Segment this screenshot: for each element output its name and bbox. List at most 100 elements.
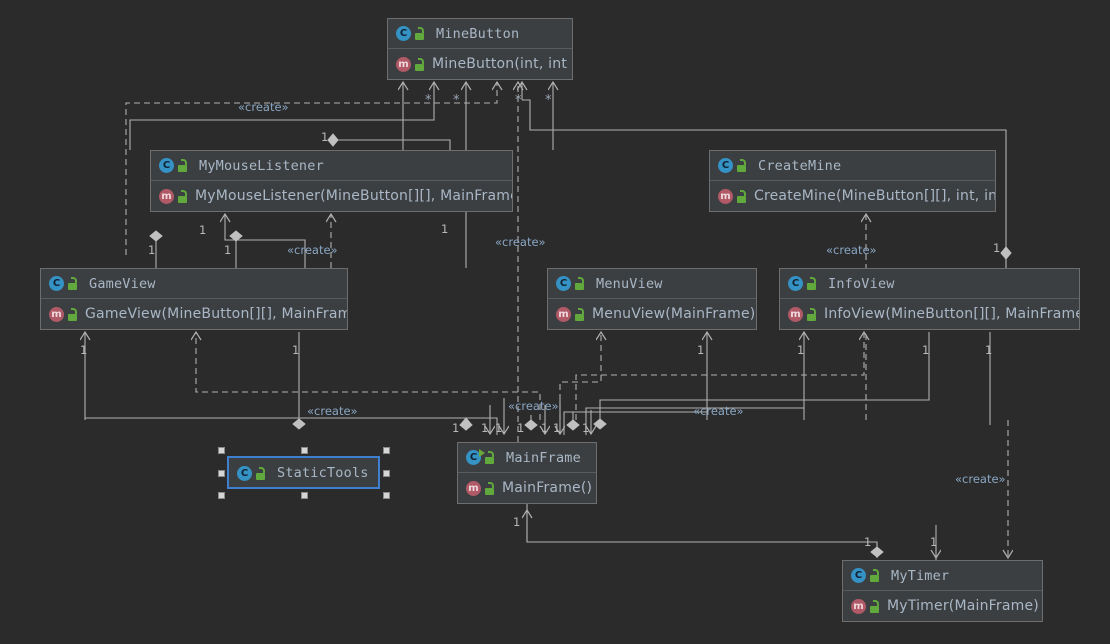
selection-handle[interactable] (300, 447, 308, 454)
class-header-menuview[interactable]: C MenuView (548, 269, 756, 299)
class-member-row[interactable]: m MainFrame() (458, 473, 596, 503)
unlocked-icon (67, 277, 79, 290)
uml-class-mainframe[interactable]: C MainFrame m MainFrame() (457, 442, 597, 504)
method-icon: m (466, 480, 481, 496)
uml-class-mytimer[interactable]: C MyTimer m MyTimer(MainFrame) (842, 560, 1043, 622)
method-signature-label: MyTimer(MainFrame) (887, 598, 1039, 614)
method-icon: m (718, 188, 733, 204)
method-signature-label: MenuView(MainFrame) (592, 306, 756, 322)
class-member-row[interactable]: m MineButton(int, int (388, 49, 572, 79)
method-signature-label: InfoView(MineButton[][], MainFrame (824, 306, 1079, 322)
class-header-mytimer[interactable]: C MyTimer (843, 561, 1042, 591)
unlocked-icon (869, 599, 881, 613)
multiplicity-label: 1 (441, 222, 449, 236)
class-name-label: CreateMine (758, 157, 842, 174)
multiplicity-label: 1 (321, 130, 329, 144)
unlocked-icon (806, 277, 818, 290)
multiplicity-label: 1 (985, 343, 993, 357)
class-member-row[interactable]: m GameView(MineButton[][], MainFrame (41, 299, 347, 329)
unlocked-icon (177, 159, 189, 172)
create-stereotype-label: «create» (693, 404, 744, 418)
selection-handle[interactable] (218, 447, 225, 454)
class-member-row[interactable]: m MenuView(MainFrame) (548, 299, 756, 329)
create-stereotype-label: «create» (238, 100, 289, 114)
class-name-label: MainFrame (506, 449, 581, 466)
uml-class-statictools[interactable]: C StaticTools (227, 456, 380, 489)
unlocked-icon (736, 189, 748, 203)
method-icon: m (851, 598, 866, 614)
class-icon: C (396, 26, 411, 41)
class-name-label: MyTimer (891, 567, 950, 584)
class-name-label: StaticTools (277, 465, 369, 481)
class-icon: C (237, 465, 252, 481)
uml-class-infoview[interactable]: C InfoView m InfoView(MineButton[][], MainF… (779, 268, 1080, 330)
class-member-row[interactable]: m CreateMine(MineButton[][], int, int) (710, 181, 995, 211)
multiplicity-label: 1 (541, 421, 549, 435)
multiplicity-label: 1 (797, 343, 805, 357)
class-header-gameview[interactable]: C GameView (41, 269, 347, 299)
class-icon: C (556, 276, 571, 291)
selection-handle[interactable] (383, 469, 390, 477)
multiplicity-label: 1 (452, 421, 460, 435)
method-signature-label: MainFrame() (502, 480, 593, 496)
uml-class-gameview[interactable]: C GameView m GameView(MineButton[][], MainF… (40, 268, 348, 330)
class-header-mainframe[interactable]: C MainFrame (458, 443, 596, 473)
method-icon: m (159, 188, 174, 204)
multiplicity-label: 1 (864, 535, 872, 549)
multiplicity-label: 1 (922, 343, 930, 357)
class-icon: C (718, 158, 733, 173)
class-icon: C (159, 158, 174, 173)
class-header-createmine[interactable]: C CreateMine (710, 151, 995, 181)
multiplicity-star-label: * (425, 93, 432, 108)
selection-handle[interactable] (218, 492, 225, 499)
class-header-infoview[interactable]: C InfoView (780, 269, 1079, 299)
create-stereotype-label: «create» (495, 235, 546, 249)
create-stereotype-label: «create» (287, 243, 338, 257)
create-stereotype-label: «create» (508, 399, 559, 413)
class-member-row[interactable]: m InfoView(MineButton[][], MainFrame (780, 299, 1079, 329)
uml-class-minebutton[interactable]: C MineButton m MineButton(int, int (387, 18, 573, 80)
class-extends-icon: C (466, 449, 485, 465)
class-icon: C (49, 276, 64, 291)
unlocked-icon (574, 277, 586, 290)
class-name-label: MyMouseListener (199, 157, 324, 174)
class-name-label: MineButton (436, 25, 520, 42)
uml-diagram-canvas[interactable]: C MineButton m MineButton(int, int C MyMouseL… (0, 0, 1110, 644)
multiplicity-label: 1 (224, 243, 232, 257)
class-member-row[interactable]: m MyMouseListener(MineButton[][], MainFra… (151, 181, 512, 211)
multiplicity-label: 1 (697, 343, 705, 357)
unlocked-icon (67, 307, 79, 321)
unlocked-icon (869, 569, 881, 582)
multiplicity-label: 1 (292, 343, 300, 357)
method-signature-label: GameView(MineButton[][], MainFrame (85, 306, 347, 322)
multiplicity-label: 1 (993, 241, 1001, 255)
multiplicity-label: 1 (513, 515, 521, 529)
multiplicity-label: 1 (80, 343, 88, 357)
selection-handle[interactable] (300, 492, 308, 499)
class-name-label: InfoView (828, 275, 895, 292)
uml-class-menuview[interactable]: C MenuView m MenuView(MainFrame) (547, 268, 757, 330)
unlocked-icon (177, 189, 189, 203)
method-icon: m (49, 306, 64, 322)
multiplicity-star-label: * (453, 93, 460, 108)
multiplicity-label: 1 (481, 421, 489, 435)
create-stereotype-label: «create» (955, 472, 1006, 486)
selection-handle[interactable] (383, 447, 390, 454)
uml-class-mymouselistener[interactable]: C MyMouseListener m MyMouseListener(MineBut… (150, 150, 513, 212)
uml-class-createmine[interactable]: C CreateMine m CreateMine(MineButton[][], i… (709, 150, 996, 212)
selection-handle[interactable] (383, 492, 390, 499)
multiplicity-label: 1 (517, 421, 525, 435)
class-icon: C (788, 276, 803, 291)
class-icon: C (851, 568, 866, 583)
class-header-statictools[interactable]: C StaticTools (229, 458, 378, 488)
multiplicity-label: 1 (148, 243, 156, 257)
class-header-minebutton[interactable]: C MineButton (388, 19, 572, 49)
unlocked-icon (484, 451, 496, 464)
method-signature-label: CreateMine(MineButton[][], int, int) (754, 188, 995, 204)
selection-handle[interactable] (218, 469, 225, 477)
method-signature-label: MyMouseListener(MineButton[][], MainFram… (195, 188, 512, 204)
multiplicity-label: 1 (930, 535, 938, 549)
multiplicity-label: 1 (495, 421, 503, 435)
class-header-mymouselistener[interactable]: C MyMouseListener (151, 151, 512, 181)
class-member-row[interactable]: m MyTimer(MainFrame) (843, 591, 1042, 621)
